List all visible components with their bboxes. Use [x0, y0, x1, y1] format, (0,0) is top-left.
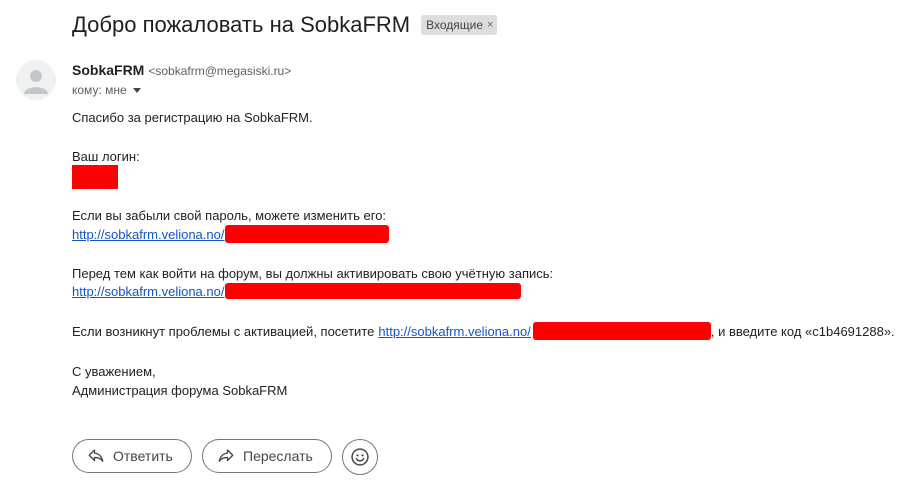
forward-icon — [218, 449, 234, 462]
sender-name[interactable]: SobkaFRM — [72, 62, 144, 78]
remove-label-icon[interactable]: × — [487, 19, 493, 31]
thanks-text: Спасибо за регистрацию на SobkaFRM. — [72, 110, 313, 125]
message-actions: Ответить Переслать — [72, 439, 378, 475]
forward-button[interactable]: Переслать — [202, 439, 332, 473]
problems-row: Если возникнут проблемы с активацией, по… — [72, 322, 895, 340]
reply-label: Ответить — [113, 448, 173, 464]
signature-text: Администрация форума SobkaFRM — [72, 383, 288, 398]
login-label: Ваш логин: — [72, 149, 140, 164]
person-icon — [24, 70, 48, 94]
problems-suffix: , и введите код «c1b4691288». — [710, 323, 895, 339]
recipient-row: кому: мне — [72, 83, 141, 97]
subject-row: Добро пожаловать на SobkaFRM Входящие × — [72, 12, 498, 38]
login-redaction — [72, 165, 118, 189]
redacted-activation-path — [225, 283, 522, 299]
emoji-reaction-button[interactable] — [342, 439, 378, 475]
forward-label: Переслать — [243, 448, 313, 464]
activation-link[interactable]: http://sobkafrm.veliona.no/ — [72, 284, 224, 299]
sender-email: <sobkafrm@megasiski.ru> — [148, 64, 292, 78]
sender-avatar[interactable] — [16, 60, 56, 100]
forgot-text: Если вы забыли свой пароль, можете измен… — [72, 208, 387, 223]
activate-text: Перед тем как войти на форум, вы должны … — [72, 266, 554, 281]
email-subject: Добро пожаловать на SobkaFRM — [72, 12, 411, 37]
activate-link-row: http://sobkafrm.veliona.no/ — [72, 283, 522, 299]
support-link[interactable]: http://sobkafrm.veliona.no/ — [378, 324, 530, 339]
redacted-reset-path — [225, 225, 390, 243]
redacted-login — [72, 165, 118, 189]
inbox-label-chip[interactable]: Входящие × — [421, 15, 498, 35]
problems-text: Если возникнут проблемы с активацией, по… — [72, 323, 375, 339]
recipient-text: кому: мне — [72, 83, 127, 97]
show-details-icon[interactable] — [132, 87, 141, 93]
inbox-label-text: Входящие — [426, 18, 484, 32]
redacted-support-path — [532, 322, 711, 340]
reply-button[interactable]: Ответить — [72, 439, 192, 473]
reply-icon — [88, 449, 104, 462]
sender-line: SobkaFRM <sobkafrm@megasiski.ru> — [72, 62, 291, 78]
password-reset-link[interactable]: http://sobkafrm.veliona.no/ — [72, 227, 224, 242]
forgot-link-row: http://sobkafrm.veliona.no/ — [72, 225, 390, 243]
smiley-icon — [351, 448, 369, 466]
regards-text: С уважением, — [72, 364, 156, 379]
